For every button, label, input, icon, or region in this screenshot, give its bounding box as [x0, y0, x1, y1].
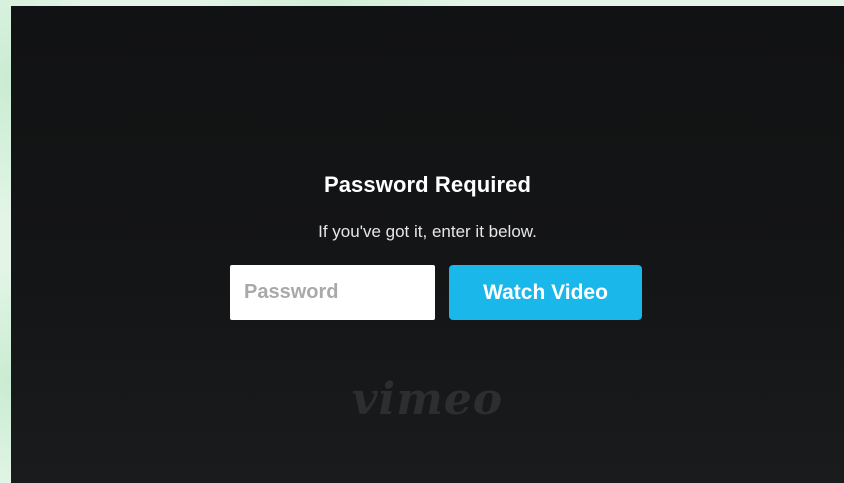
password-input[interactable]: [230, 265, 435, 320]
password-required-title: Password Required: [323, 172, 532, 197]
watch-video-button[interactable]: Watch Video: [449, 265, 642, 320]
password-overlay: Password Required If you've got it, ente…: [11, 6, 844, 483]
video-player: Password Required If you've got it, ente…: [11, 6, 844, 483]
password-instructions: If you've got it, enter it below.: [318, 222, 537, 241]
vimeo-logo: vimeo: [351, 374, 504, 425]
